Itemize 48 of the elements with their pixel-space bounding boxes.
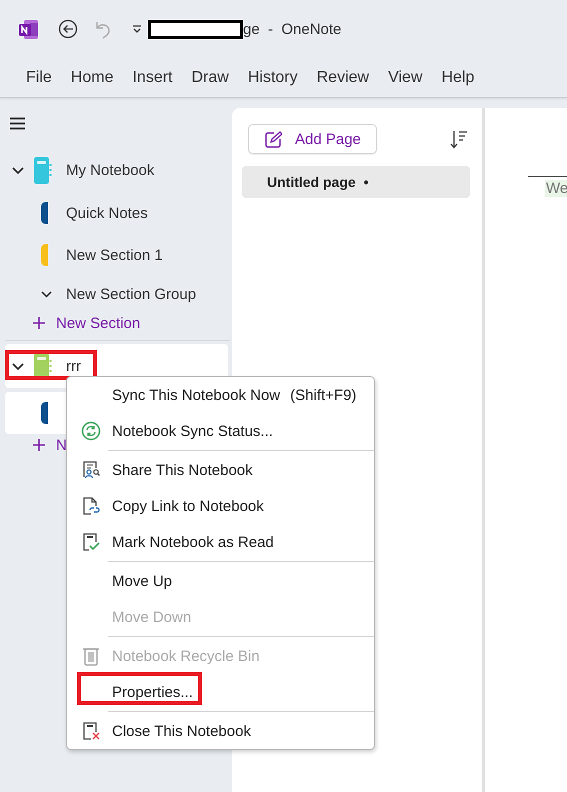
new-section-link[interactable]: New Section xyxy=(56,314,140,332)
menu-tab[interactable]: Review xyxy=(308,64,378,90)
page-item[interactable]: Untitled page • xyxy=(242,166,470,198)
menu-item[interactable]: Properties... xyxy=(112,684,193,700)
menu-item[interactable]: Notebook Sync Status... xyxy=(112,422,273,440)
menu-tab[interactable]: Draw xyxy=(182,64,238,90)
window-title: ge - OneNote xyxy=(243,20,342,38)
section-group-name: New Section Group xyxy=(66,286,196,302)
section-item[interactable]: New Section 1 xyxy=(5,234,228,276)
menu-tab[interactable]: View xyxy=(379,64,432,90)
sort-icon[interactable] xyxy=(450,130,467,148)
menu-tab[interactable]: Home xyxy=(62,64,122,90)
link-icon xyxy=(81,496,101,516)
chevron-icon[interactable] xyxy=(12,361,24,371)
notebook-name: My Notebook xyxy=(66,162,154,178)
menu-tab[interactable]: Help xyxy=(432,64,484,90)
add-page-button[interactable]: Add Page xyxy=(248,124,377,154)
menu-tab[interactable]: File xyxy=(17,64,61,90)
new-section-link[interactable]: N xyxy=(56,436,67,454)
plus-icon[interactable] xyxy=(33,317,45,329)
edit-icon xyxy=(265,130,282,148)
back-icon[interactable] xyxy=(58,19,78,39)
sync-icon xyxy=(81,421,101,441)
chevron-icon[interactable] xyxy=(41,290,52,298)
section-item[interactable]: Quick Notes xyxy=(5,192,228,234)
trash-icon xyxy=(81,646,101,666)
menu-tab[interactable]: Insert xyxy=(123,64,182,90)
notebook-name: rrr xyxy=(66,358,81,374)
menu-item[interactable]: Share This Notebook xyxy=(112,462,253,478)
menu-item[interactable]: Copy Link to Notebook xyxy=(112,498,264,514)
menu-item[interactable]: Close This Notebook xyxy=(112,722,251,740)
plus-icon[interactable] xyxy=(33,439,45,451)
unsaved-dot: • xyxy=(364,174,369,190)
chevron-icon[interactable] xyxy=(12,165,24,175)
share-icon xyxy=(81,460,101,480)
notebook-item[interactable]: My Notebook xyxy=(5,148,228,192)
menu-item[interactable]: Mark Notebook as Read xyxy=(112,534,274,550)
onenote-logo-icon xyxy=(18,18,39,40)
menu-icon[interactable] xyxy=(10,116,25,130)
section-name: New Section 1 xyxy=(66,246,163,264)
section-name: Quick Notes xyxy=(66,204,148,222)
customize-caret-icon[interactable] xyxy=(132,24,142,34)
menu-item[interactable]: Move Up xyxy=(112,572,172,590)
menu-item[interactable]: Sync This Notebook Now xyxy=(112,386,280,404)
menu-tab[interactable]: History xyxy=(238,64,307,90)
mark-read-icon xyxy=(81,532,101,552)
close-notebook-icon xyxy=(81,721,101,741)
shortcut-text: (Shift+F9) xyxy=(290,386,356,404)
